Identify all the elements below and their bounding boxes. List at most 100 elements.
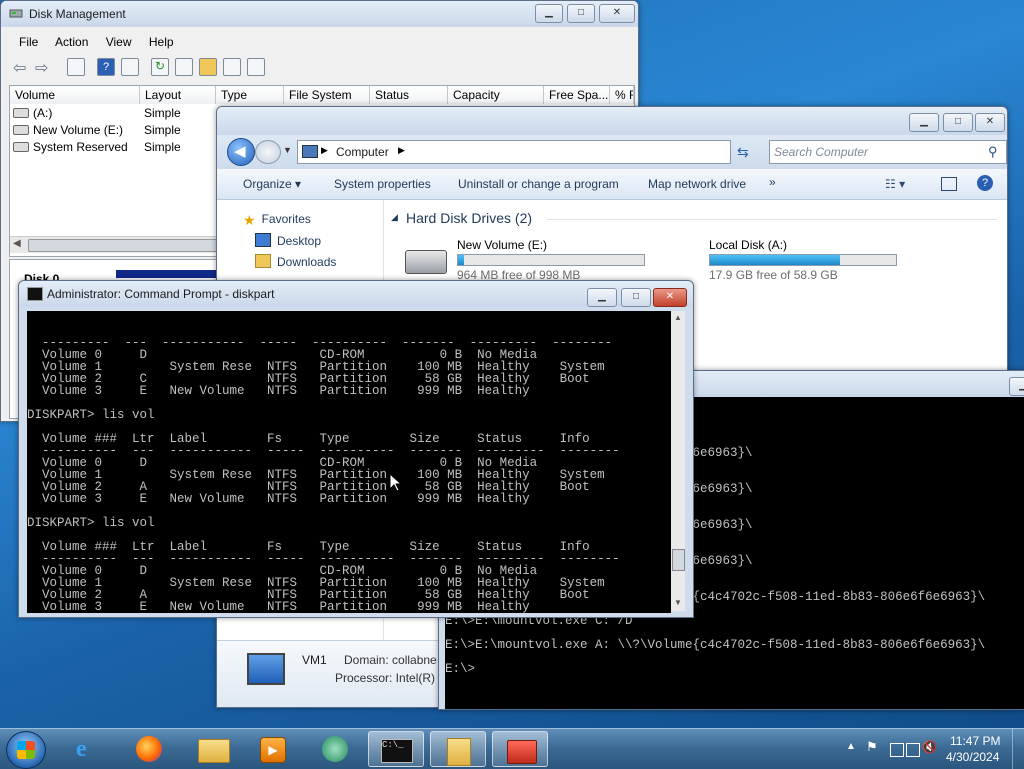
search-icon[interactable]: ⚲: [988, 144, 998, 160]
cmd-diskpart-output[interactable]: --------- --- ----------- ----- --------…: [27, 311, 671, 613]
help-icon[interactable]: ?: [97, 58, 115, 76]
settings-icon[interactable]: [175, 58, 193, 76]
back-button[interactable]: ◀: [227, 138, 255, 166]
column-percent-free[interactable]: % F: [610, 86, 634, 104]
horizontal-scrollbar[interactable]: ◀: [10, 236, 220, 253]
close-button[interactable]: ✕: [599, 4, 635, 23]
disk-icon: [13, 142, 29, 152]
drive-item-e[interactable]: New Volume (E:) 964 MB free of 998 MB: [401, 236, 681, 282]
column-volume[interactable]: Volume: [10, 86, 140, 104]
cmd-icon: C:\_: [381, 739, 413, 763]
cmd-diskpart-titlebar[interactable]: Administrator: Command Prompt - diskpart…: [19, 281, 693, 307]
scroll-thumb[interactable]: [28, 239, 220, 252]
explorer-titlebar[interactable]: ▁ □ ✕: [217, 107, 1007, 135]
uninstall-program-button[interactable]: Uninstall or change a program: [458, 177, 619, 191]
section-collapse-icon[interactable]: ◢: [391, 212, 398, 223]
table-row[interactable]: New Volume (E:) Simple: [10, 122, 181, 139]
display-icon[interactable]: [906, 743, 920, 757]
downloads-icon: [255, 254, 271, 268]
taskbar-computer-management[interactable]: [492, 731, 548, 767]
taskbar-file-explorer[interactable]: [186, 731, 242, 767]
network-icon[interactable]: [890, 743, 904, 757]
chevron-right-icon: ▶: [321, 145, 328, 155]
show-desktop-button[interactable]: [1012, 729, 1024, 769]
preview-pane-icon[interactable]: [941, 177, 957, 191]
table-row[interactable]: (A:) Simple: [10, 105, 181, 122]
back-arrow-icon[interactable]: ⇦: [13, 58, 26, 78]
minimize-button[interactable]: ▁: [535, 4, 563, 23]
open-folder-icon[interactable]: [199, 58, 217, 76]
menu-help[interactable]: Help: [149, 35, 174, 49]
column-type[interactable]: Type: [216, 86, 284, 104]
scroll-left-icon[interactable]: ◀: [13, 238, 21, 249]
search-icon[interactable]: [223, 58, 241, 76]
column-status[interactable]: Status: [370, 86, 448, 104]
windows-logo-icon: [17, 741, 35, 759]
nav-favorites[interactable]: ★ Favorites: [243, 212, 311, 228]
menu-view[interactable]: View: [106, 35, 132, 49]
nav-downloads[interactable]: Downloads: [255, 254, 336, 269]
drive-item-a[interactable]: Local Disk (A:) 17.9 GB free of 58.9 GB: [655, 236, 935, 282]
close-button[interactable]: ✕: [975, 113, 1005, 132]
address-row: ◀ ▼ ▶ Computer ▶ ▼ ⇆ Search Computer ⚲: [217, 135, 1007, 169]
row-volume: New Volume (E:): [33, 123, 124, 137]
properties-icon[interactable]: [121, 58, 139, 76]
column-file-system[interactable]: File System: [284, 86, 370, 104]
column-free-space[interactable]: Free Spa...: [544, 86, 610, 104]
table-row[interactable]: System Reserved Simple: [10, 139, 181, 156]
minimize-button[interactable]: ▁: [587, 288, 617, 307]
taskbar-firefox[interactable]: [122, 731, 178, 767]
nav-desktop[interactable]: Desktop: [255, 233, 321, 248]
maximize-button[interactable]: □: [621, 288, 651, 307]
taskbar-explorer-window[interactable]: [430, 731, 486, 767]
map-network-drive-button[interactable]: Map network drive: [648, 177, 746, 191]
column-layout[interactable]: Layout: [140, 86, 216, 104]
scroll-thumb[interactable]: [672, 549, 685, 571]
console-scrollbar[interactable]: ▲ ▼: [671, 311, 685, 611]
cmd-diskpart-window[interactable]: Administrator: Command Prompt - diskpart…: [18, 280, 694, 618]
internet-explorer-icon: e: [76, 736, 87, 762]
view-options-icon[interactable]: ☷ ▾: [885, 177, 915, 191]
clock-date[interactable]: 4/30/2024: [946, 750, 999, 764]
taskbar-media-player[interactable]: ▶: [246, 731, 302, 767]
minimize-button[interactable]: ▁: [1009, 377, 1024, 396]
menu-action[interactable]: Action: [55, 35, 88, 49]
console-tree-icon[interactable]: [67, 58, 85, 76]
taskbar-command-prompt[interactable]: C:\_: [368, 731, 424, 767]
disk-management-titlebar[interactable]: Disk Management ▁ □ ✕: [1, 1, 638, 27]
mouse-cursor-icon: [390, 474, 402, 492]
forward-arrow-icon[interactable]: ⇨: [35, 58, 48, 78]
section-divider: [547, 219, 997, 220]
refresh-icon[interactable]: ⇆: [737, 144, 749, 161]
refresh-icon[interactable]: ↻: [151, 58, 169, 76]
clock-time[interactable]: 11:47 PM: [950, 734, 1000, 748]
column-capacity[interactable]: Capacity: [448, 86, 544, 104]
system-properties-button[interactable]: System properties: [334, 177, 431, 191]
menu-file[interactable]: File: [19, 35, 38, 49]
close-button[interactable]: ✕: [653, 288, 687, 307]
chevron-right-icon: ▶: [398, 145, 405, 155]
organize-menu[interactable]: Organize ▾: [243, 177, 301, 191]
scroll-up-icon[interactable]: ▲: [674, 313, 682, 322]
scroll-down-icon[interactable]: ▼: [674, 598, 682, 607]
maximize-button[interactable]: □: [943, 113, 973, 132]
command-bar: Organize ▾ System properties Uninstall o…: [217, 169, 1007, 200]
minimize-button[interactable]: ▁: [909, 113, 939, 132]
check-icon[interactable]: [247, 58, 265, 76]
search-input[interactable]: Search Computer ⚲: [769, 140, 1007, 164]
help-icon[interactable]: ?: [977, 175, 993, 191]
volume-muted-icon[interactable]: 🔇: [922, 740, 937, 754]
section-title[interactable]: Hard Disk Drives (2): [406, 210, 532, 226]
recent-pages-icon[interactable]: ▼: [283, 145, 292, 155]
action-center-flag-icon[interactable]: ⚑: [866, 739, 878, 754]
maximize-button[interactable]: □: [567, 4, 595, 23]
breadcrumb[interactable]: Computer: [336, 145, 389, 159]
taskbar-internet-explorer[interactable]: e: [60, 731, 116, 767]
address-bar[interactable]: ▶ Computer ▶ ▼: [297, 140, 807, 164]
drive-usage-bar: [457, 254, 645, 266]
show-hidden-icons-icon[interactable]: ▲: [846, 741, 856, 752]
forward-button[interactable]: [255, 140, 281, 164]
start-button[interactable]: [6, 731, 46, 769]
more-commands-button[interactable]: »: [769, 175, 776, 189]
taskbar-remote-app[interactable]: [308, 731, 364, 767]
